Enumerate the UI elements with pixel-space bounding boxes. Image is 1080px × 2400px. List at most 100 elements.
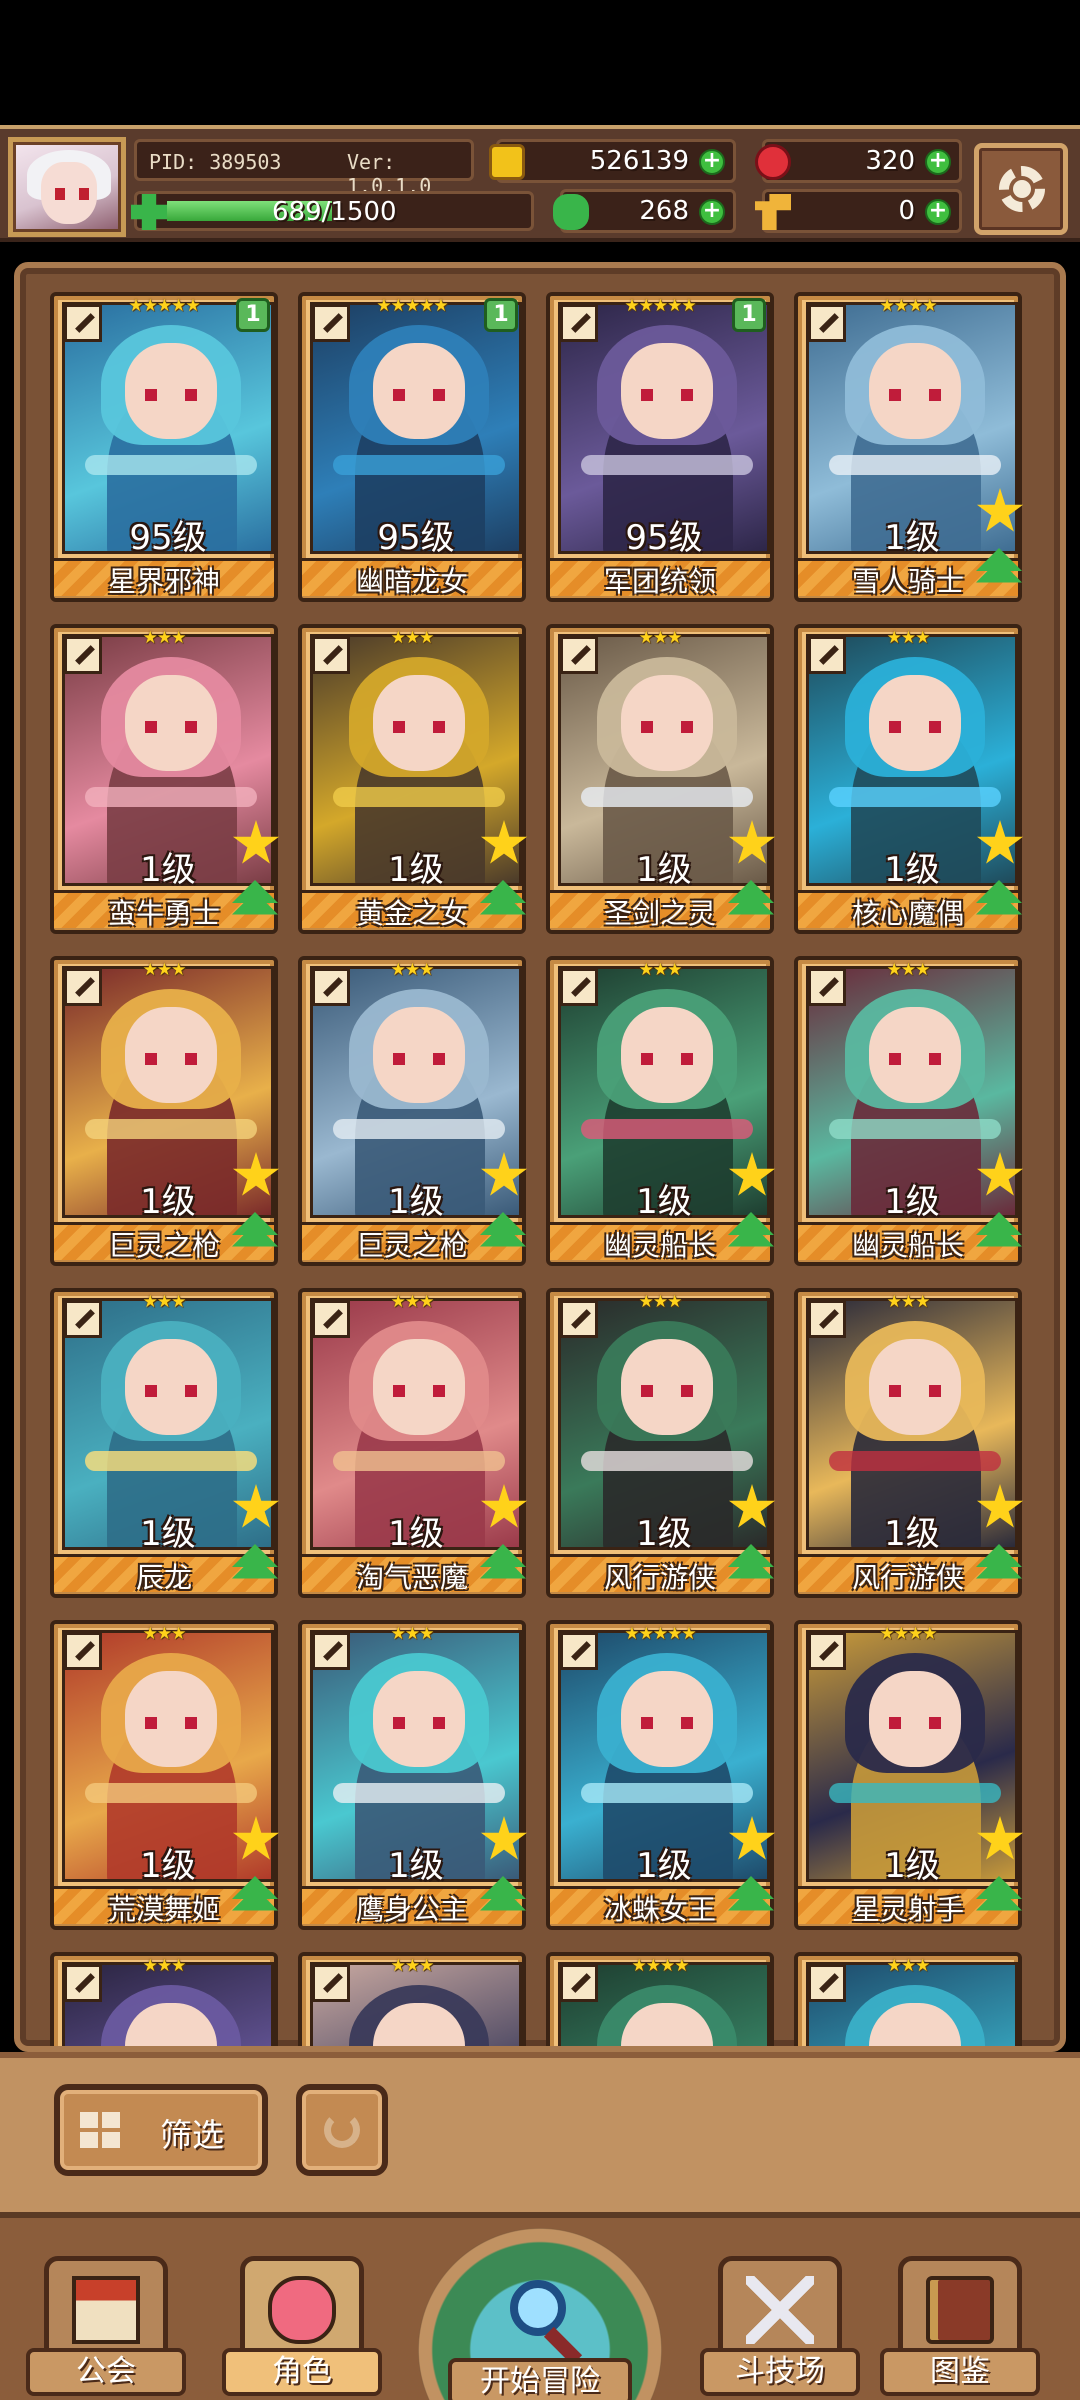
character-card[interactable]: ★★★ 1级 圣剑之灵	[546, 624, 776, 934]
gem-counter: 320 +	[755, 139, 962, 183]
bottom-navigation: 公会 角色 开始冒险 斗技场 图鉴	[0, 2212, 1080, 2400]
refresh-button[interactable]	[296, 2084, 388, 2176]
portrait-accent	[829, 1451, 1001, 1471]
add-clover-button[interactable]: +	[699, 199, 725, 225]
filter-button[interactable]: 筛选	[54, 2084, 268, 2176]
add-gold-button[interactable]: +	[699, 149, 725, 175]
portrait-accent	[581, 1783, 753, 1803]
character-card[interactable]: ★★★ 1级 荒漠舞姬	[50, 1620, 280, 1930]
character-card[interactable]: ★★★ 1级 巨灵之枪	[50, 956, 280, 1266]
character-card[interactable]: ★★★ 1级 辰龙	[50, 1288, 280, 1598]
gold-coin-icon	[489, 144, 525, 180]
player-info-panel: PID: 389503 Ver: 1.0.1.0	[134, 139, 474, 198]
character-card[interactable]: ★★★ 1级 风行游侠	[794, 1288, 1024, 1598]
nav-tab-label: 开始冒险	[448, 2358, 632, 2400]
character-card[interactable]: ★★★★ 1级 雪人骑士	[794, 292, 1024, 602]
key-counter: 0 +	[755, 189, 962, 233]
character-level: 1级	[140, 1846, 196, 1886]
experience-text: 689/1500	[272, 197, 397, 227]
character-card[interactable]: ★★★★★ 1 95级 军团统领	[546, 292, 774, 602]
nav-tab-adventure[interactable]: 开始冒险	[418, 2228, 662, 2400]
character-card[interactable]: ★★★ 1级 幽灵船长	[546, 956, 776, 1266]
character-level: 95级	[129, 518, 207, 558]
portrait-accent	[333, 1119, 505, 1139]
portrait-eyes	[641, 1385, 693, 1397]
portrait-eyes	[393, 1385, 445, 1397]
nav-tab-characters[interactable]: 角色	[222, 2256, 382, 2396]
character-name: 幽暗龙女	[355, 565, 468, 598]
portrait-accent	[333, 1451, 505, 1471]
nav-tab-codex[interactable]: 图鉴	[880, 2256, 1040, 2396]
nav-tab-guild[interactable]: 公会	[26, 2256, 186, 2396]
nav-tab-arena[interactable]: 斗技场	[700, 2256, 860, 2396]
character-card[interactable]: ★★★	[50, 1952, 278, 2046]
star-rating: ★★★★	[631, 1956, 690, 1976]
character-card[interactable]: ★★★ 1级 风行游侠	[546, 1288, 776, 1598]
portrait-eyes	[889, 1053, 941, 1065]
player-avatar[interactable]	[8, 137, 126, 237]
guild-house-icon	[72, 2276, 140, 2344]
character-card[interactable]: ★★★ 1级 蛮牛勇士	[50, 624, 280, 934]
character-card[interactable]: ★★★	[298, 1952, 526, 2046]
crossed-swords-icon	[746, 2276, 814, 2344]
character-level: 1级	[884, 1182, 940, 1222]
portrait-eyes	[145, 389, 197, 401]
character-card[interactable]: ★★★★	[546, 1952, 774, 2046]
star-rating: ★★★	[638, 1292, 683, 1312]
avatar-eye	[79, 188, 89, 200]
filter-label: 筛选	[160, 2116, 225, 2154]
star-rating: ★★★	[390, 960, 435, 980]
character-level: 1级	[388, 850, 444, 890]
character-level: 95级	[625, 518, 703, 558]
star-rating: ★★★★	[879, 1624, 938, 1644]
player-id: PID: 389503	[149, 150, 282, 174]
character-card[interactable]: ★★★ 1级 巨灵之枪	[298, 956, 528, 1266]
add-key-button[interactable]: +	[925, 199, 951, 225]
settings-button[interactable]	[974, 143, 1068, 235]
portrait-accent	[581, 1451, 753, 1471]
portrait-body	[603, 2045, 733, 2046]
key-icon	[755, 194, 791, 230]
character-card[interactable]: ★★★	[794, 1952, 1022, 2046]
portrait-eyes	[641, 1053, 693, 1065]
portrait-accent	[581, 455, 753, 475]
portrait-eyes	[145, 1717, 197, 1729]
portrait-accent	[333, 787, 505, 807]
avatar-eye	[55, 188, 65, 200]
portrait-accent	[85, 1783, 257, 1803]
magnifier-icon	[510, 2280, 566, 2336]
add-gem-button[interactable]: +	[925, 149, 951, 175]
star-rating: ★★★	[390, 1292, 435, 1312]
star-rating: ★★★	[142, 1956, 187, 1976]
character-card[interactable]: ★★★ 1级 黄金之女	[298, 624, 528, 934]
character-card[interactable]: ★★★ 1级 淘气恶魔	[298, 1288, 528, 1598]
character-level: 1级	[140, 1514, 196, 1554]
experience-bar: 689/1500	[131, 191, 534, 231]
count-badge: 1	[236, 298, 270, 332]
star-rating: ★★★	[390, 628, 435, 648]
character-level: 1级	[388, 1182, 444, 1222]
portrait-accent	[581, 787, 753, 807]
star-rating: ★★★	[886, 1292, 931, 1312]
character-name: 军团统领	[603, 565, 716, 598]
portrait-eyes	[145, 1385, 197, 1397]
character-level: 1级	[636, 1182, 692, 1222]
nav-tab-label: 角色	[222, 2348, 382, 2396]
character-card[interactable]: ★★★ 1级 核心魔偶	[794, 624, 1024, 934]
star-rating: ★★★	[638, 960, 683, 980]
character-card[interactable]: ★★★★★ 1 95级 星界邪神	[50, 292, 278, 602]
character-card[interactable]: ★★★★★ 1 95级 幽暗龙女	[298, 292, 526, 602]
star-rating: ★★★	[886, 960, 931, 980]
character-card[interactable]: ★★★ 1级 鹰身公主	[298, 1620, 528, 1930]
character-card[interactable]: ★★★★★ 1级 冰蛛女王	[546, 1620, 776, 1930]
character-level: 1级	[884, 1514, 940, 1554]
portrait-eyes	[393, 721, 445, 733]
star-rating: ★★★	[390, 1624, 435, 1644]
character-card[interactable]: ★★★★ 1级 星灵射手	[794, 1620, 1024, 1930]
character-card[interactable]: ★★★ 1级 幽灵船长	[794, 956, 1024, 1266]
character-level: 1级	[140, 850, 196, 890]
portrait-accent	[581, 1119, 753, 1139]
star-rating: ★★★	[142, 628, 187, 648]
portrait-accent	[829, 455, 1001, 475]
portrait-eyes	[641, 389, 693, 401]
